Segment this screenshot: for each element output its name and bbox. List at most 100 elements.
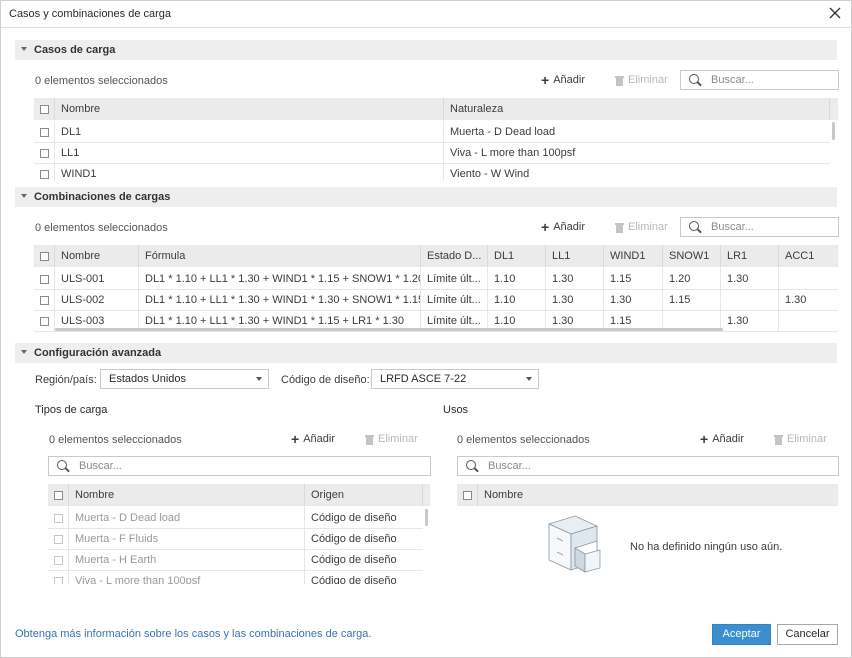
close-icon[interactable] <box>827 5 843 21</box>
load-combinations-search-input[interactable]: Buscar... <box>680 217 839 237</box>
uses-add-button[interactable]: + Añadir <box>700 432 744 446</box>
region-select[interactable]: Estados Unidos <box>100 369 269 389</box>
column-header-origin[interactable]: Origen <box>305 484 423 506</box>
row-checkbox <box>48 549 69 570</box>
table-row[interactable]: ULS-001 DL1 * 1.10 + LL1 * 1.30 + WIND1 … <box>34 268 838 290</box>
cell-snow1: 1.20 <box>663 268 721 289</box>
load-cases-section-header[interactable]: Casos de carga <box>15 40 837 60</box>
load-types-search-input[interactable]: Buscar... <box>48 456 431 476</box>
cell-origin: Código de diseño <box>311 554 397 566</box>
learn-more-link[interactable]: Obtenga más información sobre los casos … <box>15 628 371 640</box>
load-types-add-button[interactable]: + Añadir <box>291 431 335 447</box>
row-checkbox[interactable] <box>34 163 55 181</box>
advanced-config-section-header[interactable]: Configuración avanzada <box>15 343 837 363</box>
plus-icon: + <box>541 219 550 235</box>
chevron-down-icon <box>256 377 262 381</box>
column-header-name[interactable]: Nombre <box>55 245 139 267</box>
load-combinations-selected-count: 0 elementos seleccionados <box>35 222 168 234</box>
region-label: Región/país: <box>35 374 97 386</box>
table-row[interactable]: WIND1 Viento - W Wind <box>34 163 830 181</box>
search-icon <box>57 460 67 470</box>
select-all-checkbox[interactable] <box>34 98 55 120</box>
table-header: Nombre Fórmula Estado D... DL1 LL1 WIND1… <box>34 245 838 267</box>
load-cases-search-input[interactable]: Buscar... <box>680 70 839 90</box>
uses-selected-count: 0 elementos seleccionados <box>457 434 590 446</box>
table-row[interactable]: LL1 Viva - L more than 100psf <box>34 142 830 164</box>
table-row: Muerta - D Dead load Código de diseño <box>48 507 423 529</box>
load-combinations-add-button[interactable]: + Añadir <box>541 219 585 235</box>
table-header: Nombre Origen <box>48 484 430 506</box>
plus-icon: + <box>541 72 550 88</box>
cell-snow1: 1.15 <box>663 289 721 310</box>
vertical-scrollbar[interactable] <box>832 122 835 140</box>
trash-icon <box>615 222 624 233</box>
cell-name: DL1 <box>55 121 444 142</box>
cell-name: Muerta - H Earth <box>69 549 305 570</box>
column-header-state[interactable]: Estado D... <box>421 245 488 267</box>
cell-name: ULS-001 <box>55 268 139 289</box>
table-row[interactable]: ULS-002 DL1 * 1.10 + LL1 * 1.30 + WIND1 … <box>34 289 838 311</box>
column-header-name[interactable]: Nombre <box>55 98 444 120</box>
row-checkbox[interactable] <box>34 268 55 289</box>
column-header-acc1[interactable]: ACC1 <box>779 245 838 267</box>
table-row[interactable]: DL1 Muerta - D Dead load <box>34 121 830 143</box>
load-cases-delete-button[interactable]: Eliminar <box>615 74 668 86</box>
uses-empty-message: No ha definido ningún uso aún. <box>630 541 783 553</box>
table-row: Muerta - H Earth Código de diseño <box>48 549 423 571</box>
uses-search-input[interactable]: Buscar... <box>457 456 839 476</box>
column-header-wind1[interactable]: WIND1 <box>604 245 663 267</box>
load-combinations-delete-button[interactable]: Eliminar <box>615 221 668 233</box>
cell-name: Muerta - F Fluids <box>69 528 305 549</box>
uses-table: Nombre <box>457 484 838 506</box>
load-cases-add-button[interactable]: + Añadir <box>541 72 585 88</box>
load-types-table: Nombre Origen Muerta - D Dead load Códig… <box>48 484 430 584</box>
cell-origin: Código de diseño <box>311 512 397 524</box>
load-cases-selected-count: 0 elementos seleccionados <box>35 75 168 87</box>
row-checkbox[interactable] <box>34 121 55 142</box>
row-checkbox[interactable] <box>34 289 55 310</box>
row-checkbox <box>48 507 69 528</box>
cell-name: ULS-002 <box>55 289 139 310</box>
add-label: Añadir <box>303 433 335 445</box>
accept-button[interactable]: Aceptar <box>712 624 771 645</box>
vertical-scrollbar[interactable] <box>425 509 428 526</box>
collapse-arrow-icon[interactable] <box>21 194 27 198</box>
cell-origin: Código de diseño <box>311 533 397 545</box>
load-combinations-section-header[interactable]: Combinaciones de cargas <box>15 187 837 207</box>
cell-formula: DL1 * 1.10 + LL1 * 1.30 + WIND1 * 1.30 +… <box>139 289 421 310</box>
column-header-ll1[interactable]: LL1 <box>546 245 604 267</box>
collapse-arrow-icon[interactable] <box>21 47 27 51</box>
trash-icon <box>365 434 374 445</box>
design-code-select[interactable]: LRFD ASCE 7-22 <box>371 369 539 389</box>
column-header-nature[interactable]: Naturaleza <box>444 98 830 120</box>
cell-lr1: 1.30 <box>721 268 779 289</box>
region-value: Estados Unidos <box>109 373 187 385</box>
collapse-arrow-icon[interactable] <box>21 350 27 354</box>
row-checkbox[interactable] <box>34 310 55 331</box>
column-header-lr1[interactable]: LR1 <box>721 245 779 267</box>
horizontal-scrollbar[interactable] <box>55 328 723 331</box>
chevron-down-icon <box>526 377 532 381</box>
delete-label: Eliminar <box>628 221 668 233</box>
select-all-checkbox[interactable] <box>34 245 55 267</box>
column-header-name[interactable]: Nombre <box>69 484 305 506</box>
cell-lr1: 1.30 <box>721 310 779 331</box>
column-header-snow1[interactable]: SNOW1 <box>663 245 721 267</box>
uses-title: Usos <box>443 404 469 416</box>
column-header-dl1[interactable]: DL1 <box>488 245 546 267</box>
search-icon <box>689 74 699 84</box>
load-types-delete-button[interactable]: Eliminar <box>365 433 418 445</box>
plus-icon: + <box>291 431 300 447</box>
search-placeholder: Buscar... <box>79 460 122 472</box>
select-all-checkbox[interactable] <box>457 484 478 506</box>
row-checkbox <box>48 528 69 549</box>
uses-delete-button[interactable]: Eliminar <box>774 433 827 445</box>
column-header-name[interactable]: Nombre <box>478 484 838 506</box>
cell-name: LL1 <box>55 142 444 163</box>
select-all-checkbox[interactable] <box>48 484 69 506</box>
row-checkbox[interactable] <box>34 142 55 163</box>
search-icon <box>689 221 699 231</box>
column-header-formula[interactable]: Fórmula <box>139 245 421 267</box>
cancel-button[interactable]: Cancelar <box>777 624 838 645</box>
cell-state: Límite últ... <box>421 268 488 289</box>
